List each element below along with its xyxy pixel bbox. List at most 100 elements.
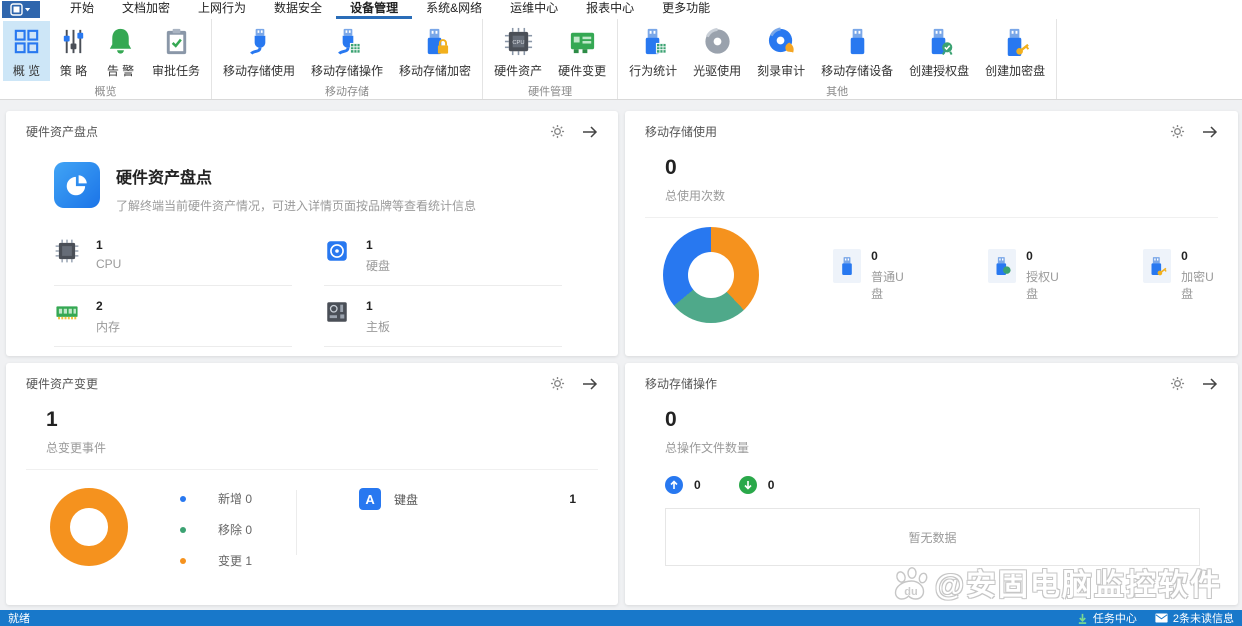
tab-doc-encryption[interactable]: 文档加密 (108, 0, 184, 19)
task-center-button[interactable]: 任务中心 (1077, 610, 1137, 626)
vertical-divider (296, 490, 298, 555)
stat-value: 1 (96, 238, 103, 252)
divider (645, 217, 1218, 218)
card-title: 硬件资产变更 (26, 377, 99, 391)
ribbon-item-label: 概 览 (12, 64, 41, 78)
unread-messages-button[interactable]: 2条未读信息 (1155, 610, 1234, 626)
upload-counter: 0 (665, 476, 701, 494)
arrow-right-icon[interactable] (582, 377, 598, 391)
ribbon-item-approval-tasks[interactable]: 审批任务 (144, 21, 208, 81)
legend-dot (180, 526, 186, 533)
ribbon-item-optical-usage[interactable]: 光驱使用 (685, 21, 749, 81)
ribbon-item-label: 硬件变更 (558, 64, 607, 78)
usb-table-icon (337, 28, 361, 55)
envelope-icon (1155, 613, 1168, 623)
gear-icon[interactable] (1170, 376, 1185, 391)
inventory-description: 了解终端当前硬件资产情况，可进入详情页面按品牌等查看统计信息 (116, 199, 477, 213)
app-logo-icon (10, 3, 31, 16)
ribbon-item-storage-usage[interactable]: 移动存储使用 (215, 21, 303, 81)
usb-cable-icon (249, 28, 265, 55)
stat-cpu: 1 CPU (54, 238, 292, 286)
ribbon-item-overview[interactable]: 概 览 (3, 21, 50, 81)
download-count: 0 (767, 478, 775, 492)
ribbon-item-burn-audit[interactable]: 刻录审计 (749, 21, 813, 81)
tab-more-features[interactable]: 更多功能 (648, 0, 724, 19)
usb-lock-icon (427, 28, 448, 55)
burn-disc-icon (768, 27, 794, 53)
ribbon-item-behavior-stats[interactable]: 行为统计 (621, 21, 685, 81)
stat-value: 0 (1026, 248, 1033, 263)
ribbon-item-label: 光驱使用 (693, 64, 742, 78)
tab-system-network[interactable]: 系统&网络 (412, 0, 496, 19)
ribbon-item-label: 告 警 (106, 64, 135, 78)
ribbon-item-label: 移动存储操作 (311, 64, 384, 78)
tab-ops-center[interactable]: 运维中心 (496, 0, 572, 19)
stat-encrypted-usb: 0 加密U盘 (1143, 248, 1218, 302)
cpu-chip-icon: CPU (504, 27, 532, 56)
gear-icon[interactable] (550, 376, 565, 391)
gear-icon[interactable] (550, 124, 565, 139)
ribbon-group-other: 行为统计 光驱使用 刻录审计 移动存储设备 创建授权盘 创建加密盘 其他 (618, 19, 1058, 99)
ribbon-item-label: 创建授权盘 (909, 64, 970, 78)
pie-chart-tile-icon (54, 162, 100, 208)
ribbon-item-hardware-changes[interactable]: 硬件变更 (550, 21, 614, 81)
ribbon-item-alerts[interactable]: 告 警 (97, 21, 144, 81)
empty-data-placeholder: 暂无数据 (665, 508, 1200, 566)
app-window: 开始 文档加密 上网行为 数据安全 设备管理 系统&网络 运维中心 报表中心 更… (0, 0, 1242, 626)
ribbon-item-storage-operations[interactable]: 移动存储操作 (303, 21, 391, 81)
ribbon-item-storage-encryption[interactable]: 移动存储加密 (391, 21, 479, 81)
ribbon-item-policy[interactable]: 策 略 (50, 21, 97, 81)
operations-total-label: 总操作文件数量 (665, 441, 750, 455)
stat-normal-usb: 0 普通U盘 (833, 248, 908, 302)
changes-total-value: 1 (46, 408, 58, 431)
tab-report-center[interactable]: 报表中心 (572, 0, 648, 19)
device-row-keyboard: A 键盘 1 (359, 488, 576, 510)
ribbon-item-label: 创建加密盘 (985, 64, 1046, 78)
usb-badge-icon (931, 28, 953, 56)
stat-label: 普通U盘 (871, 269, 904, 301)
stat-label: 加密U盘 (1181, 269, 1214, 301)
card-title: 移动存储操作 (645, 377, 718, 391)
ribbon-item-label: 行为统计 (629, 64, 678, 78)
cpu-icon (55, 239, 79, 263)
gear-icon[interactable] (1170, 124, 1185, 139)
ribbon-group-overview: 概 览 策 略 告 警 审批任务 概览 (0, 19, 213, 99)
stat-label: CPU (96, 257, 122, 271)
tab-start[interactable]: 开始 (56, 0, 108, 19)
ribbon-item-label: 刻录审计 (757, 64, 806, 78)
tab-web-behavior[interactable]: 上网行为 (184, 0, 260, 19)
overview-grid-icon (14, 29, 39, 54)
usb-authorized-icon (988, 248, 1017, 283)
ribbon-item-storage-devices[interactable]: 移动存储设备 (813, 21, 901, 81)
approval-clipboard-icon (166, 28, 186, 55)
download-counter: 0 (738, 476, 775, 494)
stat-motherboard: 1 主板 (324, 299, 562, 347)
changes-donut-chart (50, 488, 128, 566)
motherboard-icon (327, 302, 347, 322)
usb-key-icon (1007, 28, 1029, 57)
stat-label: 主板 (366, 320, 391, 334)
download-arrow-icon (738, 476, 757, 494)
ribbon-item-create-encrypted-disk[interactable]: 创建加密盘 (977, 21, 1053, 81)
usage-donut-chart (663, 227, 759, 323)
tab-device-management[interactable]: 设备管理 (336, 0, 413, 19)
arrow-right-icon[interactable] (1202, 125, 1218, 139)
ribbon-group-hardware: CPU 硬件资产 硬件变更 硬件管理 (483, 19, 619, 99)
svg-text:CPU: CPU (512, 40, 524, 46)
stat-memory: 2 内存 (54, 299, 292, 347)
usage-total-label: 总使用次数 (665, 189, 726, 203)
changes-legend: 新增 0 移除 0 变更 1 (180, 490, 252, 569)
tab-data-security[interactable]: 数据安全 (260, 0, 336, 19)
dashboard-content: 硬件资产盘点 硬件资产盘点 了解终端当前硬件资产情况，可进入详情页面按品牌等查看… (0, 100, 1242, 610)
ribbon-item-hardware-assets[interactable]: CPU 硬件资产 (486, 21, 550, 81)
app-menu-button[interactable] (2, 1, 40, 18)
legend-removed: 移除 0 (180, 521, 252, 538)
ribbon-group-removable-storage: 移动存储使用 移动存储操作 移动存储加密 移动存储 (212, 19, 484, 99)
legend-dot (180, 557, 186, 564)
ribbon-item-create-authorized-disk[interactable]: 创建授权盘 (901, 21, 977, 81)
menubar: 开始 文档加密 上网行为 数据安全 设备管理 系统&网络 运维中心 报表中心 更… (0, 0, 1242, 19)
arrow-right-icon[interactable] (582, 125, 598, 139)
usb-encrypted-icon (1143, 248, 1172, 283)
upload-arrow-icon (665, 476, 683, 494)
arrow-right-icon[interactable] (1202, 377, 1218, 391)
